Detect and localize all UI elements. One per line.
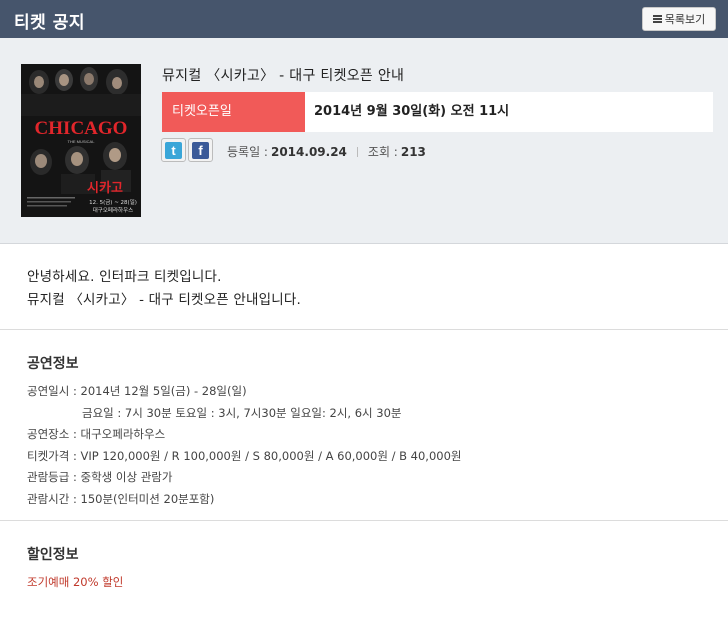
list-view-button[interactable]: 목록보기 [642,7,716,31]
ticket-open-box: 티켓오픈일 2014년 9월 30일(화) 오전 11시 [162,92,713,132]
info-row-times: 금요일 : 7시 30분 토요일 : 3시, 7시30분 일요일: 2시, 6시… [82,405,402,420]
poster-venue: 대구오페라하우스 [93,206,133,214]
header-bar: 티켓 공지 목록보기 [0,0,728,38]
page-title: 티켓 공지 [14,13,85,33]
svg-text:THE MUSICAL: THE MUSICAL [68,139,96,144]
discount-text: 조기예매 20% 할인 [27,575,124,589]
info-row-date: 공연일시 : 2014년 12월 5일(금) - 28일(일) [27,384,247,398]
facebook-share-button[interactable]: f [188,138,213,162]
notice-title: 뮤지컬 〈시카고〉 - 대구 티켓오픈 안내 [162,68,405,84]
views-value: 213 [400,144,426,159]
greeting-line-1: 안녕하세요. 인터파크 티켓입니다. [27,269,222,285]
views-label: 조회 : [367,145,398,159]
section-divider [0,329,728,330]
section-divider [0,520,728,521]
greeting-text: 안녕하세요. 인터파크 티켓입니다. 뮤지컬 〈시카고〉 - 대구 티켓오픈 안… [27,266,301,312]
poster-korean-title: 시카고 [87,181,123,196]
menu-icon [652,15,662,23]
info-row-venue: 공연장소 : 대구오페라하우스 [27,427,166,441]
info-row-rating: 관람등급 : 중학생 이상 관람가 [27,470,173,484]
facebook-icon: f [192,141,209,159]
meta-divider [356,146,358,157]
discount-heading: 할인정보 [27,547,79,563]
twitter-icon: t [165,141,182,159]
info-row-price: 티켓가격 : VIP 120,000원 / R 100,000원 / S 80,… [27,448,462,463]
info-row-duration: 관람시간 : 150분(인터미션 20분포함) [27,491,215,506]
ticket-open-label: 티켓오픈일 [162,92,305,132]
greeting-line-2: 뮤지컬 〈시카고〉 - 대구 티켓오픈 안내입니다. [27,292,301,308]
notice-meta: 등록일 : 2014.09.24 조회 : 213 [227,143,426,160]
poster-date: 12. 5(금) ~ 28(일) [89,198,137,206]
poster-logo: CHICAGO [35,118,128,139]
poster-image: CHICAGO THE MUSICAL 시카고 12. 5(금) ~ 28(일)… [21,64,141,217]
performance-info-list: 공연일시 : 2014년 12월 5일(금) - 28일(일) 금요일 : 7시… [27,381,462,510]
list-view-label: 목록보기 [664,13,706,26]
reg-date-value: 2014.09.24 [270,144,347,159]
ticket-open-value: 2014년 9월 30일(화) 오전 11시 [314,104,510,119]
twitter-share-button[interactable]: t [161,138,186,162]
reg-date-label: 등록일 : [227,145,268,159]
show-poster[interactable]: CHICAGO THE MUSICAL 시카고 12. 5(금) ~ 28(일)… [21,64,141,217]
notice-summary: CHICAGO THE MUSICAL 시카고 12. 5(금) ~ 28(일)… [0,38,728,244]
performance-heading: 공연정보 [27,356,79,372]
